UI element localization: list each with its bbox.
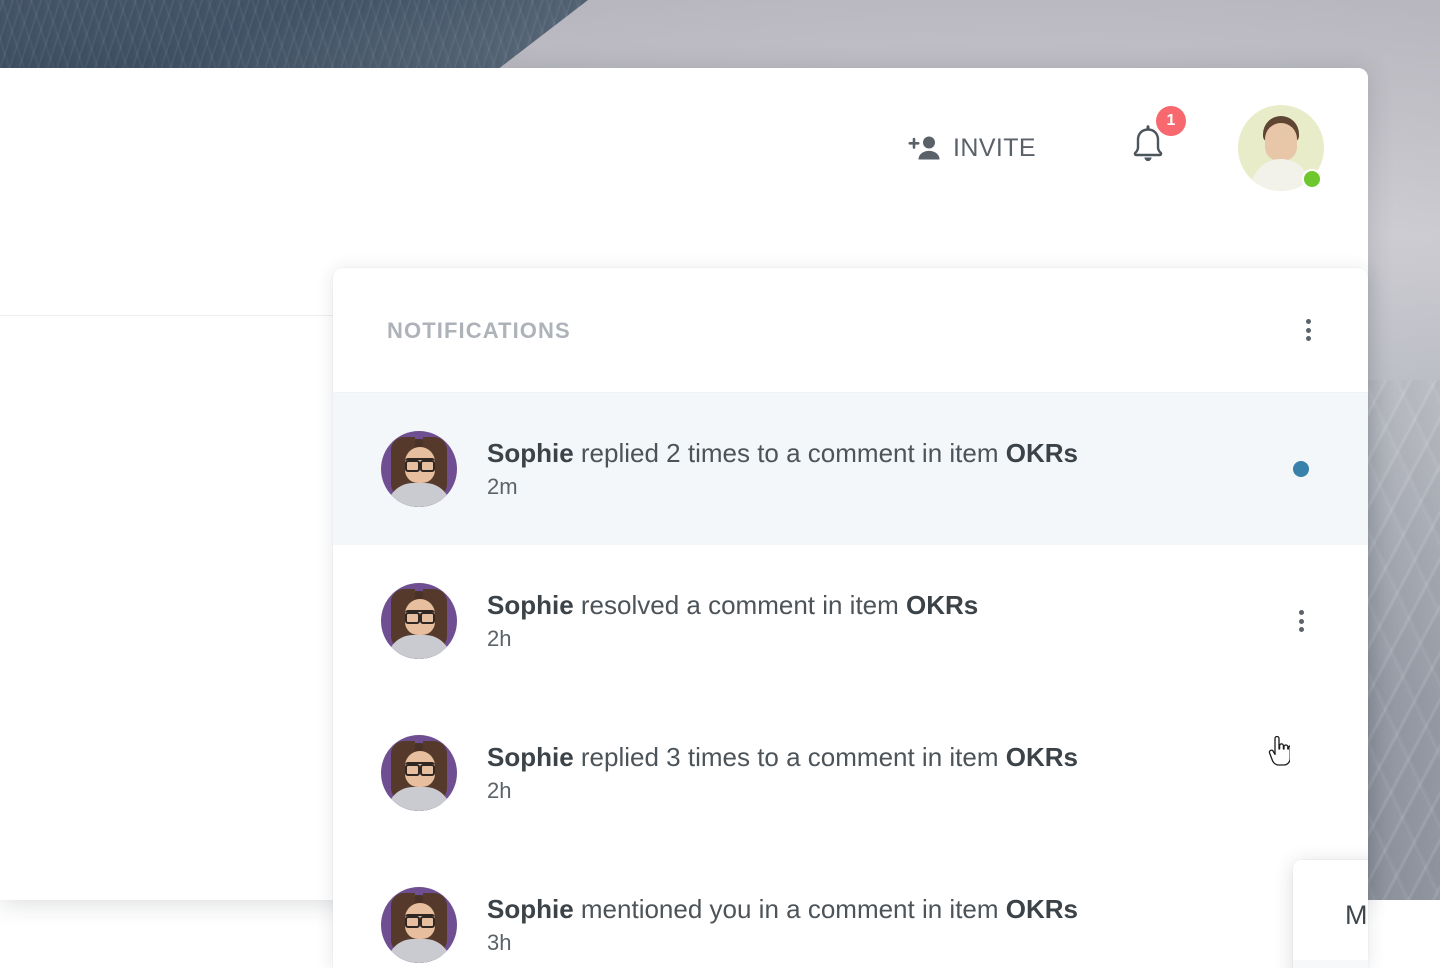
notification-target: OKRs: [1006, 438, 1078, 468]
notification-timestamp: 3h: [487, 931, 1368, 955]
notification-item[interactable]: Sophie resolved a comment in item OKRs 2…: [333, 545, 1368, 697]
notification-content: Sophie replied 2 times to a comment in i…: [487, 439, 1368, 499]
header-actions: INVITE 1: [902, 103, 1324, 193]
notifications-bell-button[interactable]: 1: [1126, 123, 1170, 173]
notification-action: resolved a comment in item: [574, 590, 906, 620]
avatar[interactable]: [1238, 105, 1324, 191]
online-status-indicator: [1302, 169, 1322, 189]
menu-item-clear[interactable]: Clear: [1293, 960, 1368, 968]
avatar: [381, 431, 457, 507]
notification-row-right: [1286, 454, 1316, 484]
notification-target: OKRs: [906, 590, 978, 620]
kebab-menu-icon[interactable]: [1294, 316, 1322, 344]
notification-target: OKRs: [1006, 742, 1078, 772]
notification-content: Sophie mentioned you in a comment in ite…: [487, 895, 1368, 955]
notification-timestamp: 2m: [487, 475, 1368, 499]
notification-actor: Sophie: [487, 894, 574, 924]
notification-item[interactable]: Sophie mentioned you in a comment in ite…: [333, 849, 1368, 968]
avatar: [381, 735, 457, 811]
notification-actor: Sophie: [487, 742, 574, 772]
menu-item-mark-as-unread[interactable]: Mark as unread: [1293, 870, 1368, 960]
unread-dot-icon[interactable]: [1293, 461, 1309, 477]
notification-message: Sophie replied 2 times to a comment in i…: [487, 439, 1368, 468]
notifications-panel: NOTIFICATIONS Sophie replied 2 times to …: [333, 268, 1368, 968]
notification-context-menu: Mark as unread Clear: [1293, 860, 1368, 968]
app-surface: INVITE 1 NOTIFICATIONS: [0, 68, 1368, 900]
notification-badge-count: 1: [1156, 106, 1186, 136]
notification-item[interactable]: Sophie replied 2 times to a comment in i…: [333, 393, 1368, 545]
notification-target: OKRs: [1006, 894, 1078, 924]
notification-action: replied 2 times to a comment in item: [574, 438, 1006, 468]
notification-message: Sophie resolved a comment in item OKRs: [487, 591, 1368, 620]
invite-label: INVITE: [953, 134, 1036, 163]
person-add-icon: [908, 135, 942, 161]
notification-message: Sophie replied 3 times to a comment in i…: [487, 743, 1368, 772]
avatar: [381, 583, 457, 659]
notification-actor: Sophie: [487, 438, 574, 468]
notification-action: replied 3 times to a comment in item: [574, 742, 1006, 772]
notification-timestamp: 2h: [487, 627, 1368, 651]
notification-row-right: [1286, 606, 1316, 636]
notification-action: mentioned you in a comment in item: [574, 894, 1006, 924]
notification-timestamp: 2h: [487, 779, 1368, 803]
notification-message: Sophie mentioned you in a comment in ite…: [487, 895, 1368, 924]
notifications-panel-header: NOTIFICATIONS: [333, 268, 1368, 393]
notification-item[interactable]: Sophie replied 3 times to a comment in i…: [333, 697, 1368, 849]
avatar: [381, 887, 457, 963]
page-title: NOTIFICATIONS: [387, 318, 571, 344]
notification-content: Sophie resolved a comment in item OKRs 2…: [487, 591, 1368, 651]
invite-button[interactable]: INVITE: [902, 126, 1042, 171]
notification-actor: Sophie: [487, 590, 574, 620]
kebab-menu-icon[interactable]: [1287, 607, 1315, 635]
notification-content: Sophie replied 3 times to a comment in i…: [487, 743, 1368, 803]
